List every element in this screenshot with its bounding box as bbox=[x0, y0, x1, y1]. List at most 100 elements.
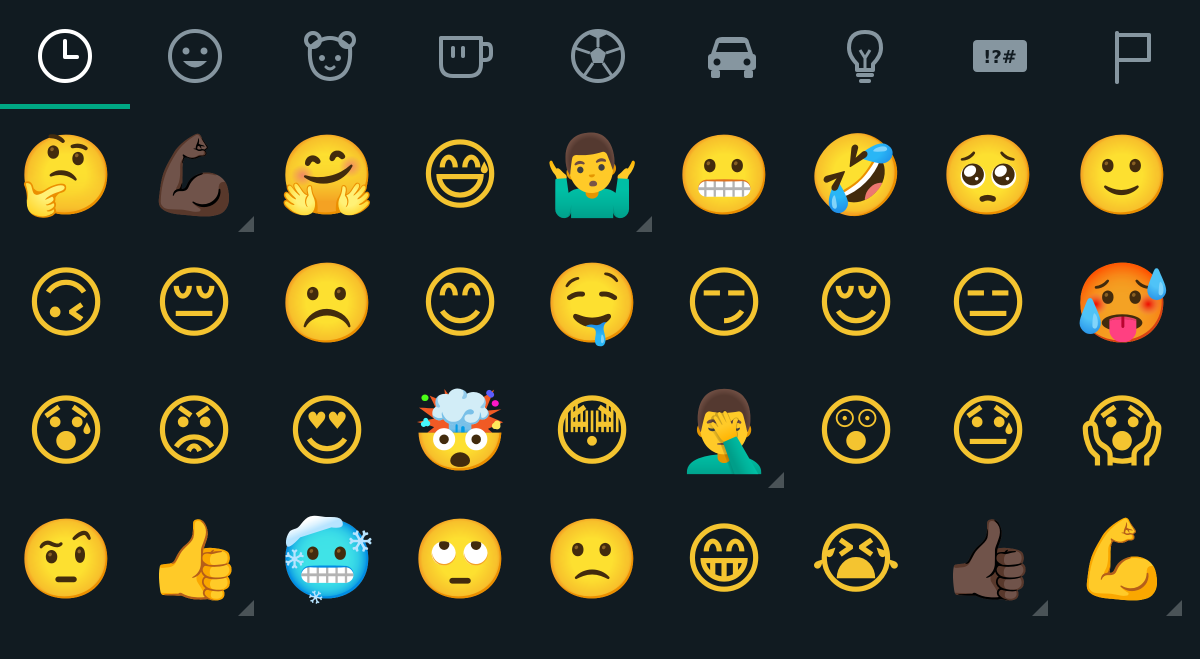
emoji-glyph: 😑 bbox=[947, 259, 1029, 349]
emoji-glyph: 💪🏿 bbox=[145, 131, 243, 221]
emoji-man-facepalming[interactable]: 🤦‍♂️ bbox=[658, 368, 790, 496]
emoji-glyph: 🥺 bbox=[939, 131, 1037, 221]
skin-tone-variant-indicator bbox=[1166, 600, 1182, 616]
emoji-grid: 🤔 💪🏿 🤗 😅 🤷‍♂️ 😬 🤣 🥺 🙂 🙃 😔 ☹️ 😊 🤤 😏 😌 😑 🥵 😰 😡 😍 🤯 😳 🤦‍♂️ 😲 😓 😱 🤨 👍 🥶 🙄 🙁… bbox=[0, 112, 1200, 659]
emoji-glyph: 😓 bbox=[947, 387, 1029, 477]
emoji-glyph: ☹️ bbox=[278, 259, 376, 349]
emoji-face-with-rolling-eyes[interactable]: 🙄 bbox=[394, 496, 526, 624]
skin-tone-variant-indicator bbox=[238, 600, 254, 616]
emoji-slightly-frowning-face[interactable]: 🙁 bbox=[526, 496, 658, 624]
emoji-frowning-face[interactable]: ☹️ bbox=[261, 240, 393, 368]
emoji-exploding-head[interactable]: 🤯 bbox=[394, 368, 526, 496]
emoji-smiling-face-with-heart-eyes[interactable]: 😍 bbox=[261, 368, 393, 496]
emoji-downcast-face-with-sweat[interactable]: 😓 bbox=[922, 368, 1054, 496]
symbols-tab-label: !?# bbox=[983, 47, 1017, 68]
emoji-glyph: 😁 bbox=[683, 515, 765, 605]
emoji-glyph: 👍 bbox=[145, 515, 243, 605]
emoji-cold-face[interactable]: 🥶 bbox=[261, 496, 393, 624]
emoji-face-screaming-in-fear[interactable]: 😱 bbox=[1056, 368, 1188, 496]
emoji-flexed-biceps-dark[interactable]: 💪🏿 bbox=[128, 112, 260, 240]
tab-flags[interactable] bbox=[1068, 0, 1198, 112]
emoji-glyph: 🙁 bbox=[543, 515, 641, 605]
emoji-glyph: 😬 bbox=[675, 131, 773, 221]
emoji-glyph: 🥵 bbox=[1073, 259, 1171, 349]
emoji-category-tabs: !?# bbox=[0, 0, 1200, 112]
emoji-flushed-face[interactable]: 😳 bbox=[526, 368, 658, 496]
emoji-thinking-face[interactable]: 🤔 bbox=[0, 112, 132, 240]
emoji-glyph: 😅 bbox=[419, 131, 501, 221]
emoji-expressionless-face[interactable]: 😑 bbox=[922, 240, 1054, 368]
emoji-glyph: 🙃 bbox=[25, 259, 107, 349]
emoji-drooling-face[interactable]: 🤤 bbox=[526, 240, 658, 368]
clock-icon bbox=[38, 29, 92, 83]
tab-animals-nature[interactable] bbox=[265, 0, 395, 112]
emoji-face-with-raised-eyebrow[interactable]: 🤨 bbox=[0, 496, 132, 624]
emoji-loudly-crying-face[interactable]: 😭 bbox=[790, 496, 922, 624]
emoji-glyph: 😌 bbox=[815, 259, 897, 349]
emoji-thumbs-up[interactable]: 👍 bbox=[128, 496, 260, 624]
skin-tone-variant-indicator bbox=[1032, 600, 1048, 616]
emoji-glyph: 🤦‍♂️ bbox=[675, 387, 773, 477]
skin-tone-variant-indicator bbox=[238, 216, 254, 232]
emoji-glyph: 🙂 bbox=[1073, 131, 1171, 221]
emoji-glyph: 😡 bbox=[153, 387, 235, 477]
emoji-glyph: 😏 bbox=[683, 259, 765, 349]
emoji-glyph: 🤣 bbox=[807, 131, 905, 221]
emoji-smiling-face-with-smiling-eyes[interactable]: 😊 bbox=[394, 240, 526, 368]
tab-symbols[interactable]: !?# bbox=[935, 0, 1065, 112]
emoji-grinning-face-with-sweat[interactable]: 😅 bbox=[394, 112, 526, 240]
emoji-pensive-face[interactable]: 😔 bbox=[128, 240, 260, 368]
emoji-glyph: 🤔 bbox=[17, 131, 115, 221]
lightbulb-icon bbox=[847, 30, 883, 83]
emoji-glyph: 😳 bbox=[551, 387, 633, 477]
smiley-icon bbox=[168, 29, 222, 83]
emoji-grimacing-face[interactable]: 😬 bbox=[658, 112, 790, 240]
emoji-glyph: 😊 bbox=[419, 259, 501, 349]
cup-icon bbox=[439, 36, 493, 78]
tab-smileys-people[interactable] bbox=[130, 0, 260, 112]
emoji-pleading-face[interactable]: 🥺 bbox=[922, 112, 1054, 240]
emoji-glyph: 😲 bbox=[815, 387, 897, 477]
skin-tone-variant-indicator bbox=[636, 216, 652, 232]
emoji-glyph: 🤤 bbox=[543, 259, 641, 349]
emoji-slightly-smiling-face[interactable]: 🙂 bbox=[1056, 112, 1188, 240]
emoji-glyph: 😰 bbox=[25, 387, 107, 477]
emoji-smirking-face[interactable]: 😏 bbox=[658, 240, 790, 368]
emoji-hugging-face[interactable]: 🤗 bbox=[261, 112, 393, 240]
emoji-picker: !?# 🤔 💪🏿 🤗 😅 🤷‍♂️ 😬 🤣 🥺 🙂 🙃 😔 ☹️ 😊 🤤 😏 😌 😑 🥵 😰 😡 😍 🤯 😳 🤦‍♂️ 😲 😓 😱 🤨… bbox=[0, 0, 1200, 659]
emoji-glyph: 🙄 bbox=[411, 515, 509, 605]
tab-food-drink[interactable] bbox=[400, 0, 530, 112]
emoji-glyph: 😍 bbox=[286, 387, 368, 477]
emoji-glyph: 👍🏿 bbox=[939, 515, 1037, 605]
active-tab-indicator bbox=[0, 104, 130, 109]
tab-activity[interactable] bbox=[533, 0, 663, 112]
tab-travel-places[interactable] bbox=[667, 0, 797, 112]
emoji-flexed-biceps[interactable]: 💪 bbox=[1056, 496, 1188, 624]
emoji-glyph: 😔 bbox=[153, 259, 235, 349]
emoji-glyph: 😱 bbox=[1081, 387, 1163, 477]
soccer-ball-icon bbox=[571, 29, 625, 83]
emoji-glyph: 🥶 bbox=[278, 515, 376, 605]
flag-icon bbox=[1115, 31, 1151, 84]
emoji-hot-face[interactable]: 🥵 bbox=[1056, 240, 1188, 368]
bear-icon bbox=[304, 31, 356, 81]
emoji-pouting-face[interactable]: 😡 bbox=[128, 368, 260, 496]
emoji-man-shrugging[interactable]: 🤷‍♂️ bbox=[526, 112, 658, 240]
emoji-beaming-face-with-smiling-eyes[interactable]: 😁 bbox=[658, 496, 790, 624]
emoji-glyph: 🤯 bbox=[411, 387, 509, 477]
symbols-icon: !?# bbox=[973, 40, 1027, 72]
emoji-relieved-face[interactable]: 😌 bbox=[790, 240, 922, 368]
emoji-glyph: 💪 bbox=[1073, 515, 1171, 605]
emoji-glyph: 🤷‍♂️ bbox=[543, 131, 641, 221]
tab-objects[interactable] bbox=[800, 0, 930, 112]
skin-tone-variant-indicator bbox=[768, 472, 784, 488]
tab-recent[interactable] bbox=[0, 0, 130, 112]
emoji-glyph: 😭 bbox=[810, 515, 902, 605]
emoji-astonished-face[interactable]: 😲 bbox=[790, 368, 922, 496]
car-icon bbox=[708, 37, 756, 78]
emoji-thumbs-up-dark[interactable]: 👍🏿 bbox=[922, 496, 1054, 624]
emoji-glyph: 🤗 bbox=[278, 131, 376, 221]
emoji-rolling-on-floor-laughing[interactable]: 🤣 bbox=[790, 112, 922, 240]
emoji-upside-down-face[interactable]: 🙃 bbox=[0, 240, 132, 368]
emoji-anxious-face-with-sweat[interactable]: 😰 bbox=[0, 368, 132, 496]
